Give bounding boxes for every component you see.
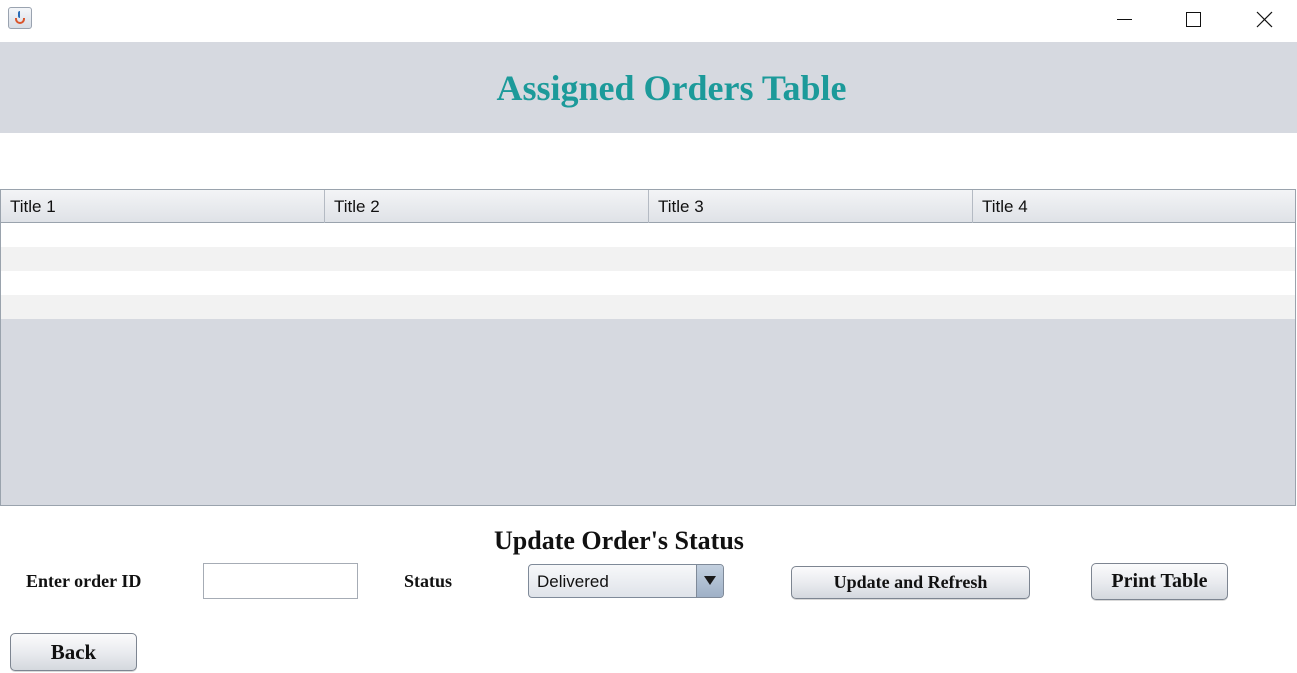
back-button[interactable]: Back xyxy=(10,633,137,671)
table-cell[interactable] xyxy=(648,271,972,295)
table-cell[interactable] xyxy=(325,271,649,295)
table-cell[interactable] xyxy=(648,223,972,247)
table-cell[interactable] xyxy=(972,247,1296,271)
orders-table[interactable]: Title 1 Title 2 Title 3 Title 4 xyxy=(0,189,1296,506)
close-button[interactable] xyxy=(1241,0,1287,38)
update-and-refresh-button[interactable]: Update and Refresh xyxy=(791,566,1030,599)
java-cup-icon xyxy=(8,7,32,29)
column-header-1[interactable]: Title 1 xyxy=(1,190,325,223)
table-row[interactable] xyxy=(1,295,1295,319)
status-dropdown[interactable]: Delivered xyxy=(528,564,724,598)
table-cell[interactable] xyxy=(972,223,1296,247)
minimize-button[interactable] xyxy=(1101,0,1147,38)
table-cell[interactable] xyxy=(325,247,649,271)
title-bar xyxy=(0,0,1297,40)
table-body xyxy=(1,223,1295,319)
update-section-title: Update Order's Status xyxy=(494,526,744,555)
table-row[interactable] xyxy=(1,223,1295,247)
maximize-icon xyxy=(1186,12,1201,27)
table-header: Title 1 Title 2 Title 3 Title 4 xyxy=(1,190,1295,223)
status-label: Status xyxy=(404,571,453,591)
header-banner: Assigned Orders Table xyxy=(0,42,1297,133)
print-table-button[interactable]: Print Table xyxy=(1091,563,1228,600)
table-cell[interactable] xyxy=(325,223,649,247)
minimize-icon xyxy=(1117,19,1132,20)
table-row[interactable] xyxy=(1,247,1295,271)
app-window: Assigned Orders Table Title 1 Title 2 Ti… xyxy=(0,0,1297,673)
table-cell[interactable] xyxy=(1,271,325,295)
dropdown-arrow-button[interactable] xyxy=(696,565,723,597)
table-cell[interactable] xyxy=(325,295,649,319)
table-cell[interactable] xyxy=(972,295,1296,319)
table-cell[interactable] xyxy=(1,247,325,271)
table-cell[interactable] xyxy=(972,271,1296,295)
table-cell[interactable] xyxy=(648,247,972,271)
order-id-label: Enter order ID xyxy=(26,571,142,591)
column-header-2[interactable]: Title 2 xyxy=(325,190,649,223)
table-cell[interactable] xyxy=(1,295,325,319)
table-cell[interactable] xyxy=(1,223,325,247)
column-header-3[interactable]: Title 3 xyxy=(649,190,973,223)
close-icon xyxy=(1256,11,1273,28)
chevron-down-icon xyxy=(704,576,716,585)
status-selected-value: Delivered xyxy=(537,572,609,591)
order-id-input[interactable] xyxy=(203,563,358,599)
table-cell[interactable] xyxy=(648,295,972,319)
maximize-button[interactable] xyxy=(1170,0,1216,38)
table-row[interactable] xyxy=(1,271,1295,295)
column-header-4[interactable]: Title 4 xyxy=(973,190,1295,223)
page-title: Assigned Orders Table xyxy=(496,68,847,108)
